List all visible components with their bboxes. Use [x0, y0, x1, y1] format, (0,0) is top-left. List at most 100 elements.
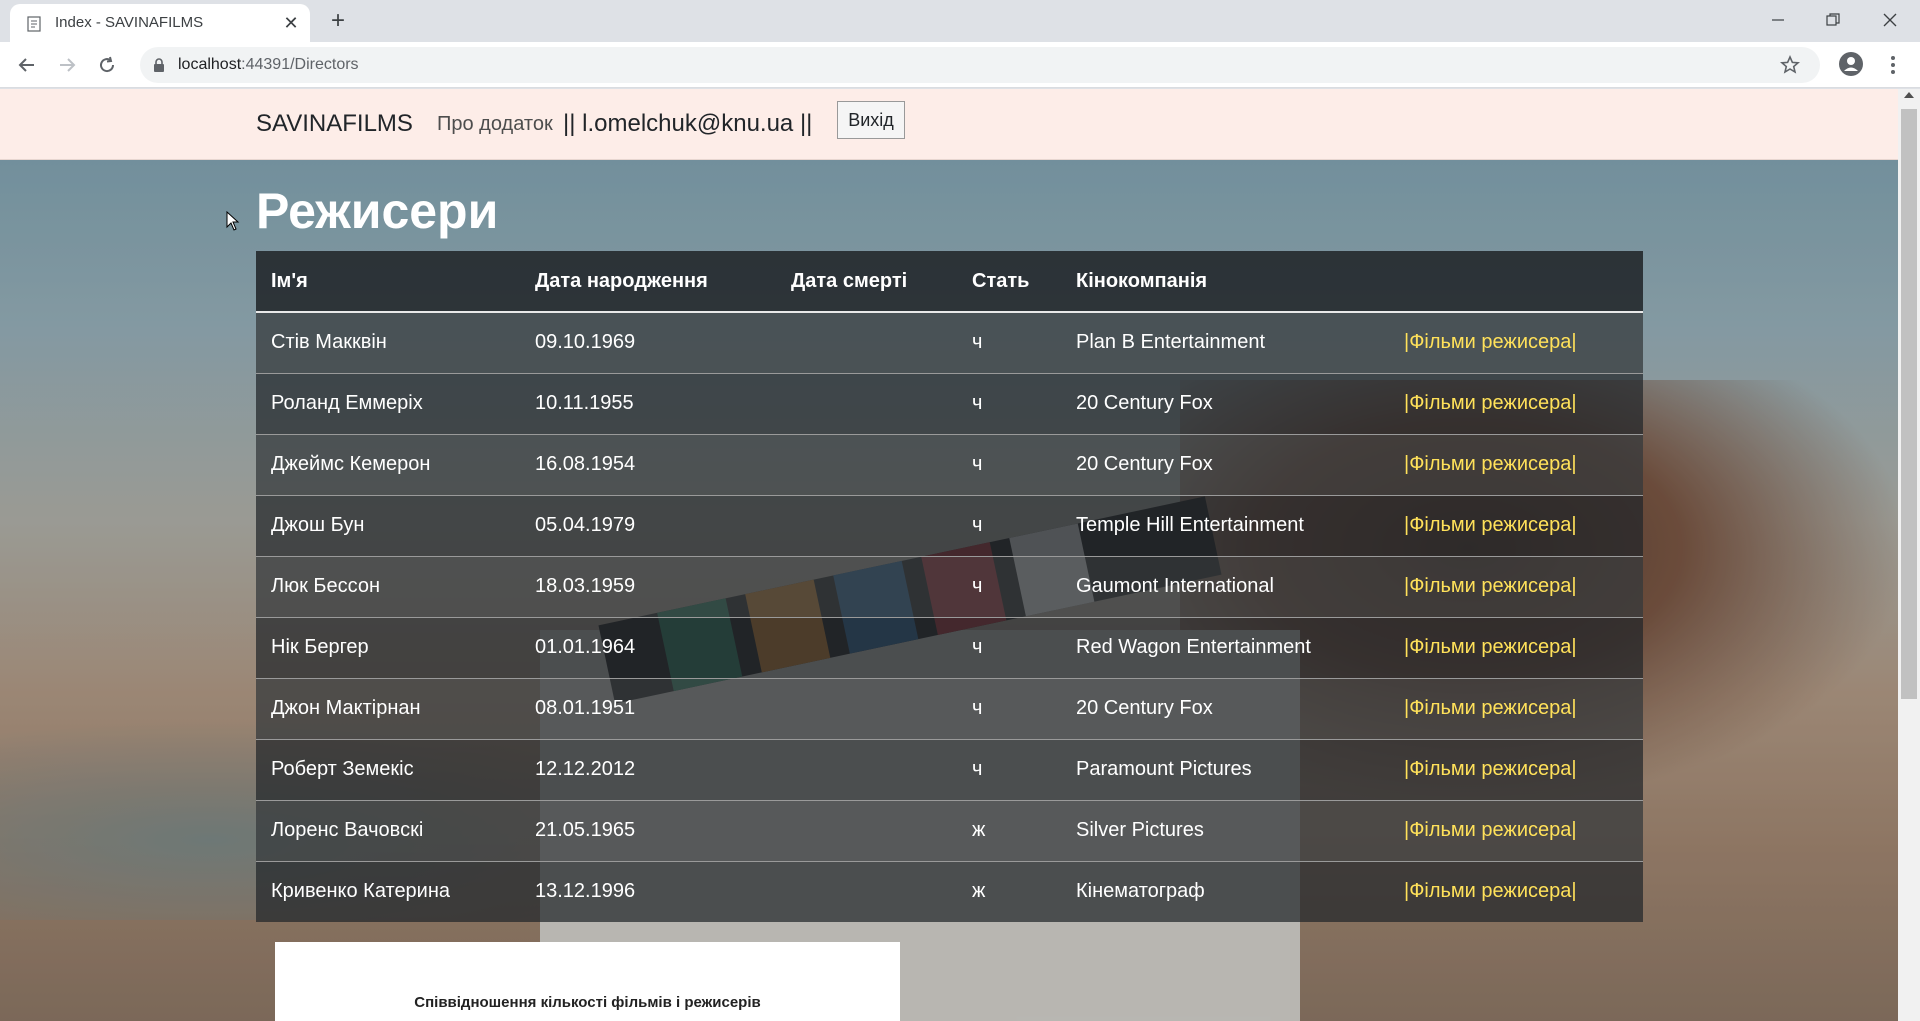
tab-title: Index - SAVINAFILMS: [55, 14, 204, 31]
nav-about-link[interactable]: Про додаток: [437, 113, 553, 136]
cell-studio: 20 Century Fox: [1061, 433, 1389, 495]
new-tab-icon[interactable]: +: [325, 8, 351, 34]
cell-death-date: [776, 799, 957, 861]
lock-icon: [154, 58, 164, 72]
cell-birth-date: 08.01.1951: [520, 677, 776, 739]
cell-actions: |Фільми режисера|: [1389, 799, 1643, 861]
cell-actions: |Фільми режисера|: [1389, 372, 1643, 434]
cell-birth-date: 16.08.1954: [520, 433, 776, 495]
table-row: Роланд Еммеріх 10.11.1955 ч 20 Century Fox |…: [256, 372, 1643, 434]
header-name: Ім'я: [256, 251, 520, 313]
header-death-date: Дата смерті: [776, 251, 957, 313]
table-row: Лоренс Вачовскі 21.05.1965 ж Silver Picture…: [256, 799, 1643, 861]
cell-actions: |Фільми режисера|: [1389, 433, 1643, 495]
chart-panel: Співвідношення кількості фільмів і режис…: [275, 942, 900, 1021]
browser-tab[interactable]: Index - SAVINAFILMS ✕: [10, 4, 310, 42]
logout-button[interactable]: Вихід: [837, 101, 905, 139]
cell-death-date: [776, 738, 957, 800]
header-birth-date: Дата народження: [520, 251, 776, 313]
cell-sex: ч: [957, 738, 1061, 800]
page-title: Режисери: [256, 183, 499, 239]
cell-name: Лоренс Вачовскі: [256, 799, 520, 861]
cell-birth-date: 01.01.1964: [520, 616, 776, 678]
cell-sex: ч: [957, 555, 1061, 617]
director-films-link[interactable]: |Фільми режисера|: [1404, 453, 1577, 475]
header-actions: [1389, 251, 1643, 313]
cell-name: Люк Бессон: [256, 555, 520, 617]
table-row: Роберт Земекіс 12.12.2012 ч Paramount Pictu…: [256, 738, 1643, 800]
cell-death-date: [776, 494, 957, 556]
director-films-link[interactable]: |Фільми режисера|: [1404, 575, 1577, 597]
director-films-link[interactable]: |Фільми режисера|: [1404, 514, 1577, 536]
cell-studio: Paramount Pictures: [1061, 738, 1389, 800]
url-text: localhost:44391/Directors: [178, 56, 359, 73]
cell-death-date: [776, 677, 957, 739]
browser-toolbar: localhost:44391/Directors: [0, 42, 1920, 88]
cell-actions: |Фільми режисера|: [1389, 677, 1643, 739]
cell-birth-date: 13.12.1996: [520, 860, 776, 922]
cell-birth-date: 18.03.1959: [520, 555, 776, 617]
cell-studio: 20 Century Fox: [1061, 372, 1389, 434]
cell-birth-date: 12.12.2012: [520, 738, 776, 800]
cell-sex: ч: [957, 372, 1061, 434]
cell-birth-date: 10.11.1955: [520, 372, 776, 434]
table-header-row: Ім'я Дата народження Дата смерті Стать К…: [256, 251, 1643, 313]
brand-link[interactable]: SAVINAFILMS: [256, 110, 413, 138]
cell-name: Джон Мактірнан: [256, 677, 520, 739]
cell-actions: |Фільми режисера|: [1389, 555, 1643, 617]
director-films-link[interactable]: |Фільми режисера|: [1404, 636, 1577, 658]
cell-actions: |Фільми режисера|: [1389, 494, 1643, 556]
cell-studio: Plan B Entertainment: [1061, 311, 1389, 373]
cell-studio: Silver Pictures: [1061, 799, 1389, 861]
director-films-link[interactable]: |Фільми режисера|: [1404, 697, 1577, 719]
profile-icon[interactable]: [1838, 51, 1864, 77]
cell-birth-date: 09.10.1969: [520, 311, 776, 373]
table-row: Кривенко Катерина 13.12.1996 ж Кінематограф…: [256, 860, 1643, 922]
restore-icon[interactable]: [1810, 4, 1856, 36]
cell-sex: ч: [957, 677, 1061, 739]
scroll-up-icon[interactable]: [1904, 92, 1914, 98]
cell-sex: ч: [957, 494, 1061, 556]
cell-name: Нік Бергер: [256, 616, 520, 678]
director-films-link[interactable]: |Фільми режисера|: [1404, 392, 1577, 414]
close-tab-icon[interactable]: ✕: [280, 12, 302, 34]
director-films-link[interactable]: |Фільми режисера|: [1404, 819, 1577, 841]
director-films-link[interactable]: |Фільми режисера|: [1404, 331, 1577, 353]
director-films-link[interactable]: |Фільми режисера|: [1404, 758, 1577, 780]
cell-name: Роланд Еммеріх: [256, 372, 520, 434]
table-row: Люк Бессон 18.03.1959 ч Gaumont Internation…: [256, 555, 1643, 617]
site-navbar: SAVINAFILMS Про додаток || l.omelchuk@kn…: [0, 89, 1898, 160]
cell-name: Кривенко Катерина: [256, 860, 520, 922]
mouse-cursor-icon: [226, 211, 240, 231]
page-icon: [27, 16, 41, 32]
table-row: Нік Бергер 01.01.1964 ч Red Wagon Entertain…: [256, 616, 1643, 678]
cell-sex: ж: [957, 799, 1061, 861]
forward-icon[interactable]: [53, 51, 81, 79]
header-studio: Кінокомпанія: [1061, 251, 1389, 313]
cell-actions: |Фільми режисера|: [1389, 738, 1643, 800]
table-body: Стів Макквін 09.10.1969 ч Plan B Entertainm…: [256, 311, 1643, 922]
reload-icon[interactable]: [93, 51, 121, 79]
minimize-icon[interactable]: [1755, 4, 1801, 36]
cell-actions: |Фільми режисера|: [1389, 311, 1643, 373]
bookmark-star-icon[interactable]: [1780, 55, 1800, 75]
cell-actions: |Фільми режисера|: [1389, 860, 1643, 922]
close-window-icon[interactable]: [1867, 4, 1913, 36]
scroll-thumb[interactable]: [1901, 109, 1917, 699]
address-bar[interactable]: localhost:44391/Directors: [140, 47, 1820, 83]
cell-name: Джош Бун: [256, 494, 520, 556]
director-films-link[interactable]: |Фільми режисера|: [1404, 880, 1577, 902]
cell-death-date: [776, 311, 957, 373]
table-row: Джош Бун 05.04.1979 ч Temple Hill Entertain…: [256, 494, 1643, 556]
browser-menu-icon[interactable]: [1885, 53, 1901, 77]
cell-sex: ж: [957, 860, 1061, 922]
cell-sex: ч: [957, 433, 1061, 495]
back-icon[interactable]: [13, 51, 41, 79]
chart-title: Співвідношення кількості фільмів і режис…: [414, 994, 761, 1011]
cell-studio: Gaumont International: [1061, 555, 1389, 617]
page-scrollbar[interactable]: [1898, 89, 1920, 1021]
table-row: Джеймс Кемерон 16.08.1954 ч 20 Century Fox |…: [256, 433, 1643, 495]
cell-studio: 20 Century Fox: [1061, 677, 1389, 739]
cell-death-date: [776, 616, 957, 678]
table-row: Джон Мактірнан 08.01.1951 ч 20 Century Fox |…: [256, 677, 1643, 739]
